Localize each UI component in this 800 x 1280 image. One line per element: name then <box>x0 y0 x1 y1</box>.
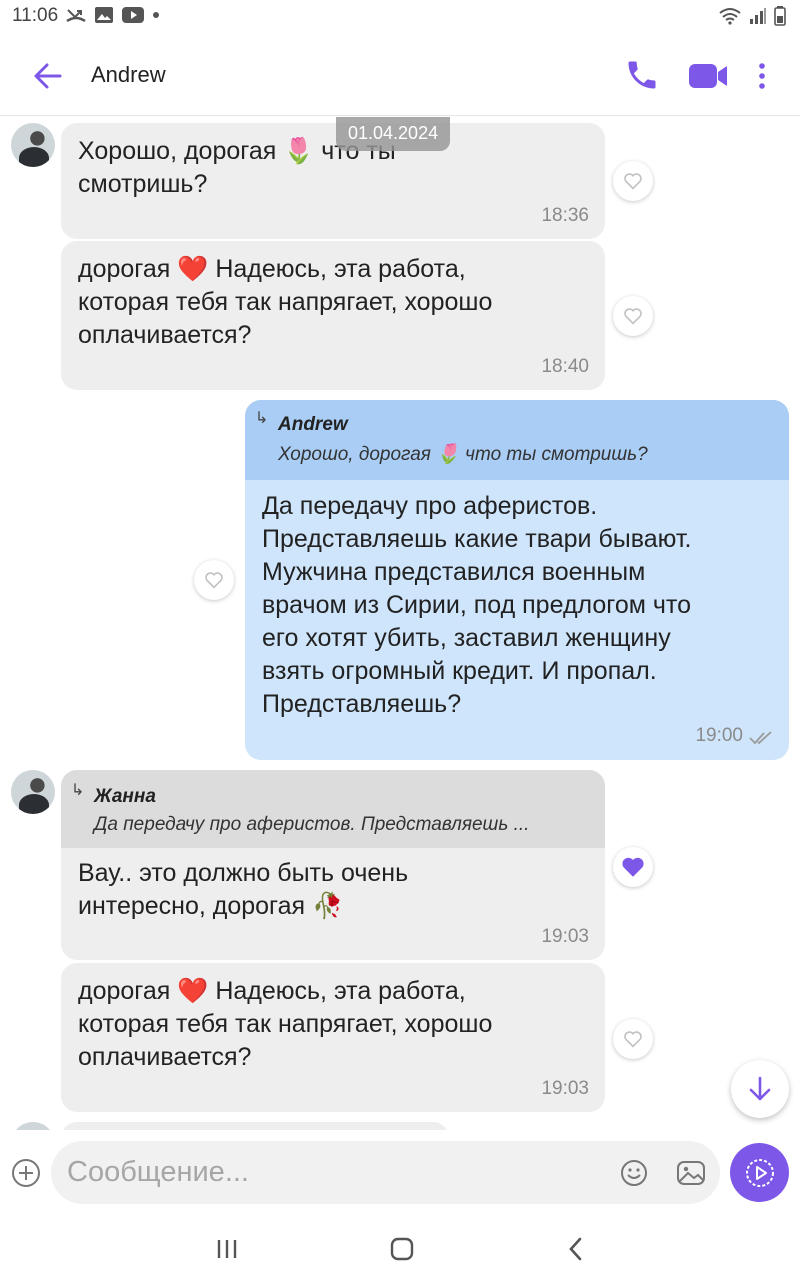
like-button[interactable] <box>613 161 653 201</box>
battery-icon <box>774 6 786 26</box>
avatar[interactable] <box>11 1122 55 1130</box>
send-voice-button[interactable] <box>730 1143 789 1202</box>
home-button[interactable] <box>387 1234 417 1264</box>
call-button[interactable] <box>624 57 660 93</box>
message-bubble-incoming[interactable] <box>61 1122 449 1130</box>
message-time: 18:40 <box>541 356 589 377</box>
heart-filled-icon <box>622 857 644 877</box>
status-time: 11:06 <box>12 5 59 26</box>
recents-icon <box>217 1240 237 1258</box>
like-button[interactable] <box>613 1019 653 1059</box>
avatar[interactable] <box>11 123 55 167</box>
quoted-message[interactable]: ↳ Жанна Да передачу про аферистов. Предс… <box>61 770 605 848</box>
scroll-to-bottom-button[interactable] <box>731 1060 789 1118</box>
message-bubble-outgoing[interactable]: ↳ Andrew Хорошо, дорогая 🌷 что ты смотри… <box>245 400 789 760</box>
dot-icon <box>153 12 159 18</box>
message-bubble-incoming[interactable]: дорогая ❤️ Надеюсь, эта работа, которая … <box>61 963 605 1112</box>
avatar[interactable] <box>11 770 55 814</box>
message-text: дорогая ❤️ Надеюсь, эта работа, которая … <box>78 255 493 349</box>
chat-screen: 11:06 Andrew 01.04.2024 Хорошо, дорогая … <box>0 0 800 1280</box>
send-icon <box>745 1158 774 1187</box>
message-input[interactable] <box>67 1154 587 1190</box>
message-text: Да передачу про аферистов. Представляешь… <box>262 492 692 718</box>
message-list[interactable]: 01.04.2024 Хорошо, дорогая 🌷 что ты смот… <box>0 117 800 1130</box>
message-bubble-incoming[interactable]: ↳ Жанна Да передачу про аферистов. Предс… <box>61 770 605 960</box>
gallery-icon <box>677 1161 705 1185</box>
back-button[interactable] <box>30 58 66 94</box>
like-button[interactable] <box>613 296 653 336</box>
quote-text: Хорошо, дорогая 🌷 что ты смотришь? <box>278 444 648 465</box>
attach-button[interactable] <box>10 1157 42 1189</box>
status-system-icons <box>718 6 786 26</box>
plus-circle-icon <box>12 1159 40 1187</box>
heart-outline-icon <box>624 308 642 325</box>
chat-header: Andrew <box>0 34 800 116</box>
status-notification-icons <box>66 6 160 24</box>
arrow-down-icon <box>749 1076 771 1101</box>
message-time: 19:03 <box>541 926 589 947</box>
status-bar: 11:06 <box>0 0 800 34</box>
like-button[interactable] <box>194 560 234 600</box>
chevron-left-icon <box>569 1237 582 1261</box>
date-divider: 01.04.2024 <box>336 117 451 151</box>
message-bubble-incoming[interactable]: дорогая ❤️ Надеюсь, эта работа, которая … <box>61 241 605 390</box>
image-icon <box>95 7 113 23</box>
like-button-liked[interactable] <box>613 847 653 887</box>
message-text: Вау.. это должно быть очень интересно, д… <box>78 859 409 920</box>
heart-outline-icon <box>624 1031 642 1048</box>
emoji-button[interactable] <box>619 1158 649 1188</box>
double-check-icon <box>749 731 772 745</box>
video-camera-icon <box>689 64 727 88</box>
back-nav-button[interactable] <box>561 1234 591 1264</box>
quote-author: Andrew <box>278 414 348 435</box>
recents-button[interactable] <box>212 1234 242 1264</box>
back-arrow-icon <box>34 63 62 89</box>
message-time: 18:36 <box>541 205 589 226</box>
contact-name[interactable]: Andrew <box>91 62 166 88</box>
system-navigation-bar <box>0 1220 800 1280</box>
reply-arrow-icon: ↳ <box>71 782 85 799</box>
emoji-icon <box>621 1160 647 1186</box>
heart-outline-icon <box>624 173 642 190</box>
wifi-icon <box>719 8 741 25</box>
video-call-button[interactable] <box>687 58 729 92</box>
message-time: 19:00 <box>695 725 743 746</box>
gallery-button[interactable] <box>675 1157 707 1189</box>
quote-author: Жанна <box>94 786 156 807</box>
youtube-icon <box>122 7 144 23</box>
message-text: дорогая ❤️ Надеюсь, эта работа, которая … <box>78 977 493 1071</box>
phone-icon <box>628 61 656 89</box>
reply-arrow-icon: ↳ <box>255 410 269 427</box>
missed-call-icon <box>66 9 86 23</box>
message-bubble-incoming[interactable]: Хорошо, дорогая 🌷 что ты смотришь? 18:36 <box>61 123 605 239</box>
message-composer <box>0 1130 800 1220</box>
signal-icon <box>750 8 766 24</box>
message-input-container[interactable] <box>51 1141 720 1204</box>
quote-text: Да передачу про аферистов. Представляешь… <box>94 814 530 835</box>
quoted-message[interactable]: ↳ Andrew Хорошо, дорогая 🌷 что ты смотри… <box>245 400 789 480</box>
more-options-button[interactable] <box>748 58 776 94</box>
heart-outline-icon <box>205 572 223 589</box>
message-time: 19:03 <box>541 1078 589 1099</box>
home-icon <box>390 1237 414 1261</box>
more-vert-icon <box>759 63 765 89</box>
